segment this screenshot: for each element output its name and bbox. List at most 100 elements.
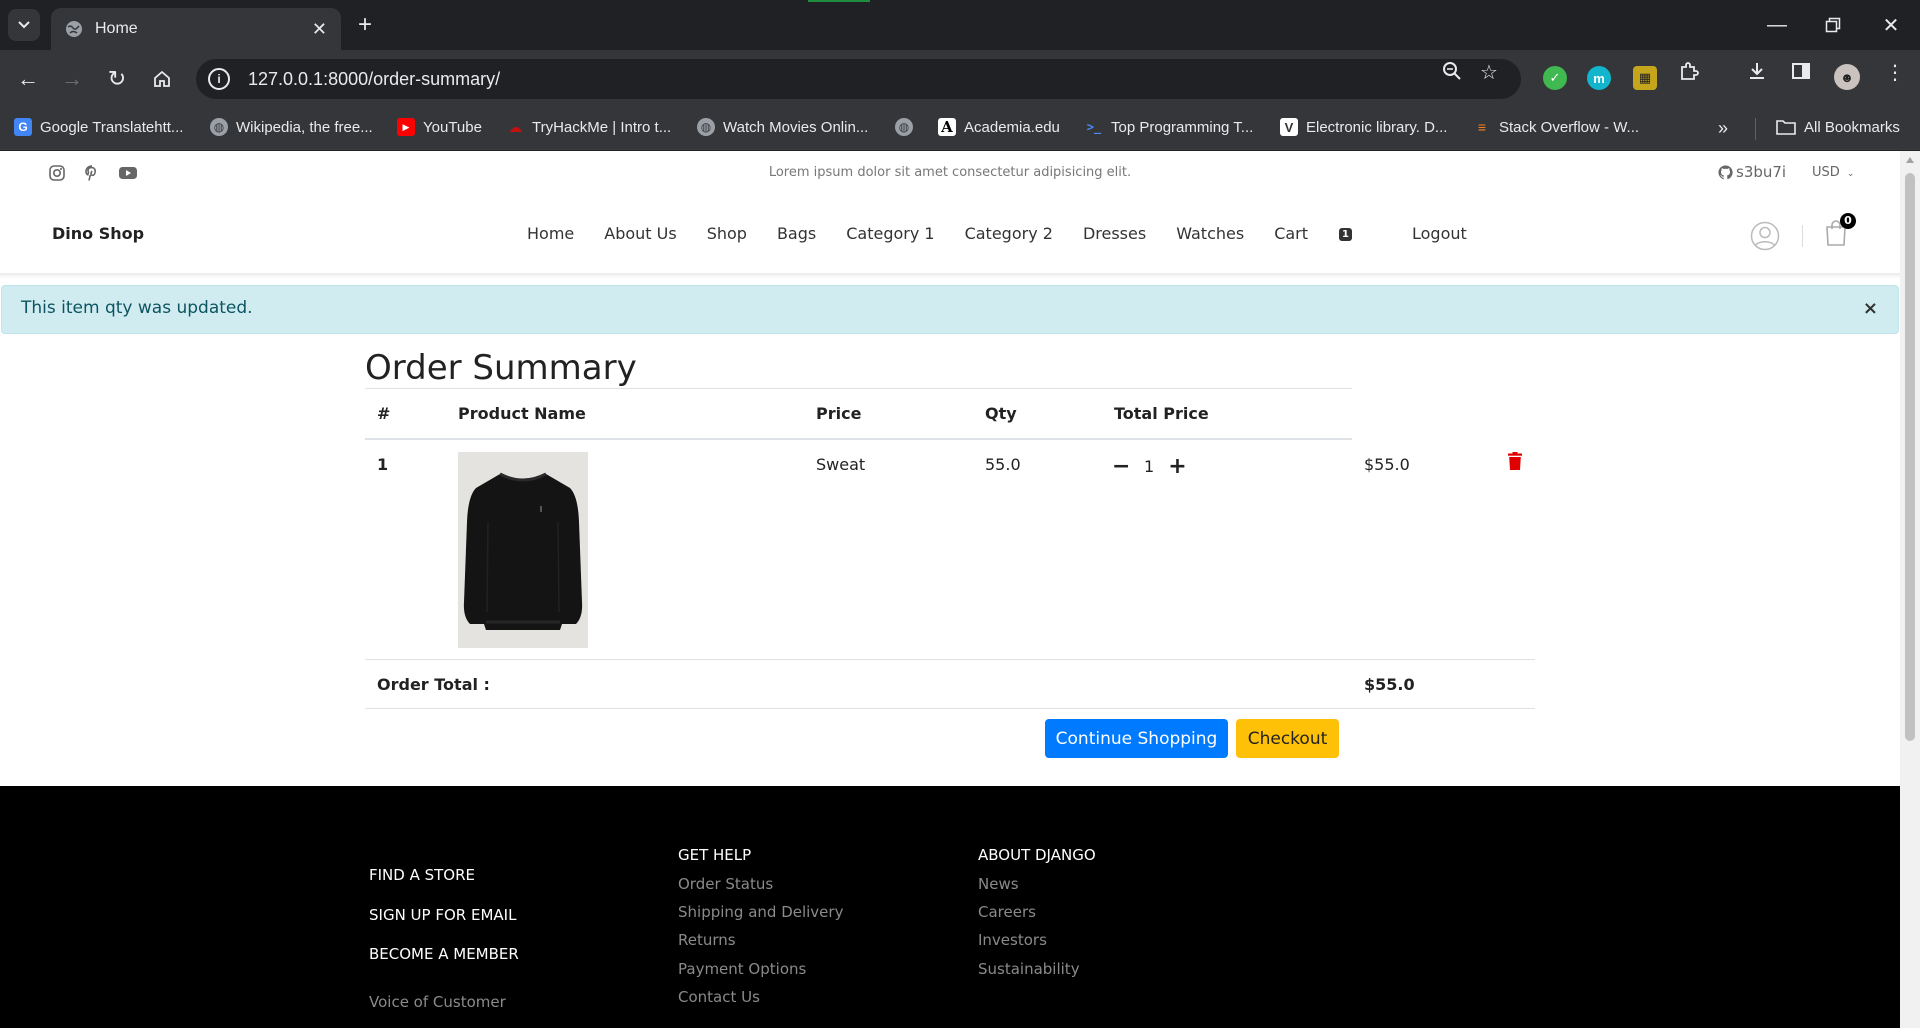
bag-count-badge: 0 (1840, 213, 1856, 229)
close-window-icon[interactable]: ✕ (1878, 12, 1904, 38)
brand-logo[interactable]: Dino Shop (52, 224, 144, 243)
profile-avatar-icon[interactable]: ☻ (1834, 64, 1860, 90)
magnifier-icon (1443, 62, 1461, 80)
footer-sign-up-email[interactable]: SIGN UP FOR EMAIL (369, 906, 516, 924)
decrease-quantity-icon[interactable]: − (1112, 454, 1130, 479)
extensions-puzzle-icon[interactable] (1678, 60, 1700, 88)
table-row: 1 Sweat 55.0 − 1 + $55.0 (365, 440, 1535, 660)
footer-returns[interactable]: Returns (678, 931, 736, 949)
address-bar[interactable]: i 127.0.0.1:8000/order-summary/ (196, 59, 1521, 99)
bookmark-stack-overflow[interactable]: ≡ Stack Overflow - W... (1473, 118, 1639, 136)
bookmark-label: Wikipedia, the free... (236, 118, 373, 136)
footer-careers[interactable]: Careers (978, 903, 1036, 921)
checkout-button[interactable]: Checkout (1236, 719, 1339, 758)
bookmark-label: Academia.edu (964, 118, 1060, 136)
bookmark-tryhackme[interactable]: ☁ TryHackMe | Intro t... (506, 118, 671, 136)
scroll-up-icon[interactable] (1906, 157, 1914, 163)
bookmark-academia[interactable]: A Academia.edu (938, 118, 1060, 136)
minimize-icon[interactable]: — (1764, 12, 1790, 38)
bookmark-globe[interactable]: ◍ (895, 118, 921, 136)
terminal-icon: >_ (1086, 120, 1102, 134)
m-extension-icon[interactable]: m (1587, 66, 1611, 90)
globe-icon: ◍ (697, 118, 715, 136)
footer-find-store[interactable]: FIND A STORE (369, 866, 475, 884)
continue-shopping-button[interactable]: Continue Shopping (1045, 719, 1228, 758)
google-translate-icon: G (14, 118, 32, 136)
forward-icon[interactable]: → (58, 65, 86, 93)
side-panel-icon[interactable] (1790, 60, 1812, 88)
footer-shipping-delivery[interactable]: Shipping and Delivery (678, 903, 843, 921)
nav-item-home[interactable]: Home (527, 224, 574, 243)
nav-item-cart[interactable]: Cart 1 (1274, 224, 1382, 243)
bookmark-wikipedia[interactable]: ◍ Wikipedia, the free... (210, 118, 373, 136)
all-bookmarks-button[interactable]: All Bookmarks (1776, 118, 1900, 136)
footer-contact-us[interactable]: Contact Us (678, 988, 760, 1006)
home-icon[interactable] (148, 65, 176, 93)
house-icon (154, 70, 170, 87)
currency-value: USD (1812, 165, 1840, 180)
bookmark-star-icon[interactable]: ☆ (1480, 60, 1498, 85)
reload-icon[interactable]: ↻ (103, 65, 131, 93)
currency-select[interactable]: USD ⌄ (1812, 165, 1854, 180)
footer-about-heading: ABOUT DJANGO (978, 846, 1096, 864)
footer-get-help-heading: GET HELP (678, 846, 752, 864)
nav-item-logout[interactable]: Logout (1412, 224, 1467, 243)
site-info-icon[interactable]: i (208, 68, 230, 90)
footer-become-member[interactable]: BECOME A MEMBER (369, 945, 519, 963)
footer-voice-of-customer[interactable]: Voice of Customer (369, 993, 506, 1011)
back-icon[interactable]: ← (14, 65, 42, 93)
sweatshirt-image (463, 472, 583, 630)
nav-item-about-us[interactable]: About Us (604, 224, 676, 243)
bookmark-google-translate[interactable]: G Google Translatehtt... (14, 118, 183, 136)
colored-extension-icon[interactable]: ▦ (1633, 66, 1657, 90)
nav-item-category-2[interactable]: Category 2 (965, 224, 1053, 243)
nav-item-dresses[interactable]: Dresses (1083, 224, 1146, 243)
bookmark-watch-movies[interactable]: ◍ Watch Movies Onlin... (697, 118, 868, 136)
product-image[interactable] (458, 452, 588, 648)
tab-search-button[interactable] (8, 9, 40, 41)
github-link[interactable]: s3bu7i (1718, 163, 1786, 181)
stackoverflow-icon: ≡ (1477, 119, 1487, 135)
all-bookmarks-label: All Bookmarks (1804, 118, 1900, 136)
trash-icon[interactable] (1508, 452, 1522, 470)
alert-message: This item qty was updated. (21, 298, 253, 318)
status-alert: This item qty was updated. × (1, 285, 1899, 334)
restore-icon[interactable] (1820, 12, 1846, 38)
shield-extension-icon[interactable]: ✓ (1543, 66, 1567, 90)
more-menu-icon[interactable]: ⋮ (1885, 60, 1905, 85)
footer-investors[interactable]: Investors (978, 931, 1047, 949)
download-icon[interactable] (1746, 60, 1768, 88)
order-total-value: $55.0 (1364, 675, 1415, 694)
nav-item-category-1[interactable]: Category 1 (846, 224, 934, 243)
footer-news[interactable]: News (978, 875, 1019, 893)
increase-quantity-icon[interactable]: + (1168, 454, 1186, 479)
bookmark-top-programming[interactable]: >_ Top Programming T... (1085, 118, 1254, 136)
close-tab-icon[interactable]: ✕ (312, 19, 327, 40)
page-scrollbar[interactable] (1900, 151, 1920, 1028)
nav-menu: Home About Us Shop Bags Category 1 Categ… (527, 224, 1497, 243)
alert-close-icon[interactable]: × (1863, 298, 1878, 319)
row-number: 1 (377, 455, 389, 474)
new-tab-button[interactable]: + (352, 11, 378, 38)
product-name[interactable]: Sweat (816, 455, 865, 474)
nav-item-bags[interactable]: Bags (777, 224, 816, 243)
browser-tab[interactable]: Home ✕ (51, 8, 341, 50)
url-text[interactable]: 127.0.0.1:8000/order-summary/ (248, 69, 500, 90)
more-bookmarks-icon[interactable]: » (1718, 118, 1728, 139)
user-account-icon[interactable] (1750, 221, 1780, 251)
bookmark-youtube[interactable]: ▶ YouTube (397, 118, 482, 136)
bookmark-electronic-library[interactable]: V Electronic library. D... (1280, 118, 1447, 136)
scrollbar-thumb[interactable] (1905, 173, 1915, 741)
nav-item-shop[interactable]: Shop (707, 224, 747, 243)
header-qty: Qty (985, 404, 1017, 423)
footer-order-status[interactable]: Order Status (678, 875, 773, 893)
globe-icon: ◍ (895, 118, 913, 136)
zoom-icon[interactable] (1441, 60, 1463, 88)
browser-tabstrip: Home ✕ + — ✕ (0, 0, 1920, 50)
bookmark-label: Stack Overflow - W... (1499, 118, 1640, 136)
restore-window-icon (1825, 17, 1841, 33)
nav-item-watches[interactable]: Watches (1176, 224, 1244, 243)
footer-sustainability[interactable]: Sustainability (978, 960, 1080, 978)
bookmark-label: Watch Movies Onlin... (723, 118, 869, 136)
footer-payment-options[interactable]: Payment Options (678, 960, 806, 978)
